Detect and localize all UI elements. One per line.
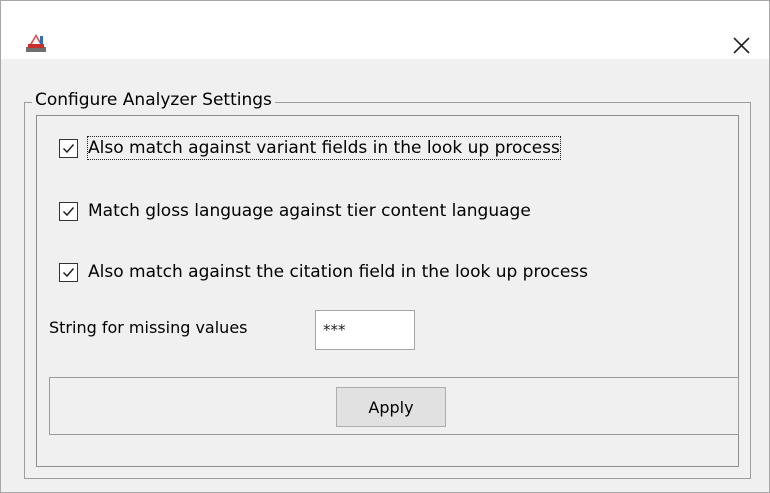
missing-values-label: String for missing values bbox=[49, 318, 248, 337]
apply-button[interactable]: Apply bbox=[336, 387, 446, 427]
close-icon[interactable] bbox=[723, 29, 759, 61]
app-icon bbox=[26, 34, 46, 52]
variant-fields-checkbox-row[interactable]: Also match against variant fields in the… bbox=[59, 135, 561, 161]
checkmark-icon bbox=[62, 206, 75, 216]
gloss-language-checkbox-row[interactable]: Match gloss language against tier conten… bbox=[59, 198, 531, 224]
missing-values-input[interactable] bbox=[315, 310, 415, 350]
title-bar[interactable] bbox=[1, 1, 769, 59]
gloss-language-checkbox[interactable] bbox=[59, 201, 78, 221]
analyzer-settings-dialog: Configure Analyzer Settings Also match a… bbox=[0, 0, 770, 493]
citation-field-checkbox[interactable] bbox=[59, 262, 78, 282]
group-title: Configure Analyzer Settings bbox=[32, 88, 275, 112]
citation-field-checkbox-row[interactable]: Also match against the citation field in… bbox=[59, 259, 588, 285]
variant-fields-checkbox[interactable] bbox=[59, 138, 78, 158]
gloss-language-label[interactable]: Match gloss language against tier conten… bbox=[88, 200, 531, 222]
variant-fields-label[interactable]: Also match against variant fields in the… bbox=[87, 136, 561, 160]
checkmark-icon bbox=[62, 267, 75, 277]
checkmark-icon bbox=[62, 143, 75, 153]
citation-field-label[interactable]: Also match against the citation field in… bbox=[88, 261, 588, 283]
